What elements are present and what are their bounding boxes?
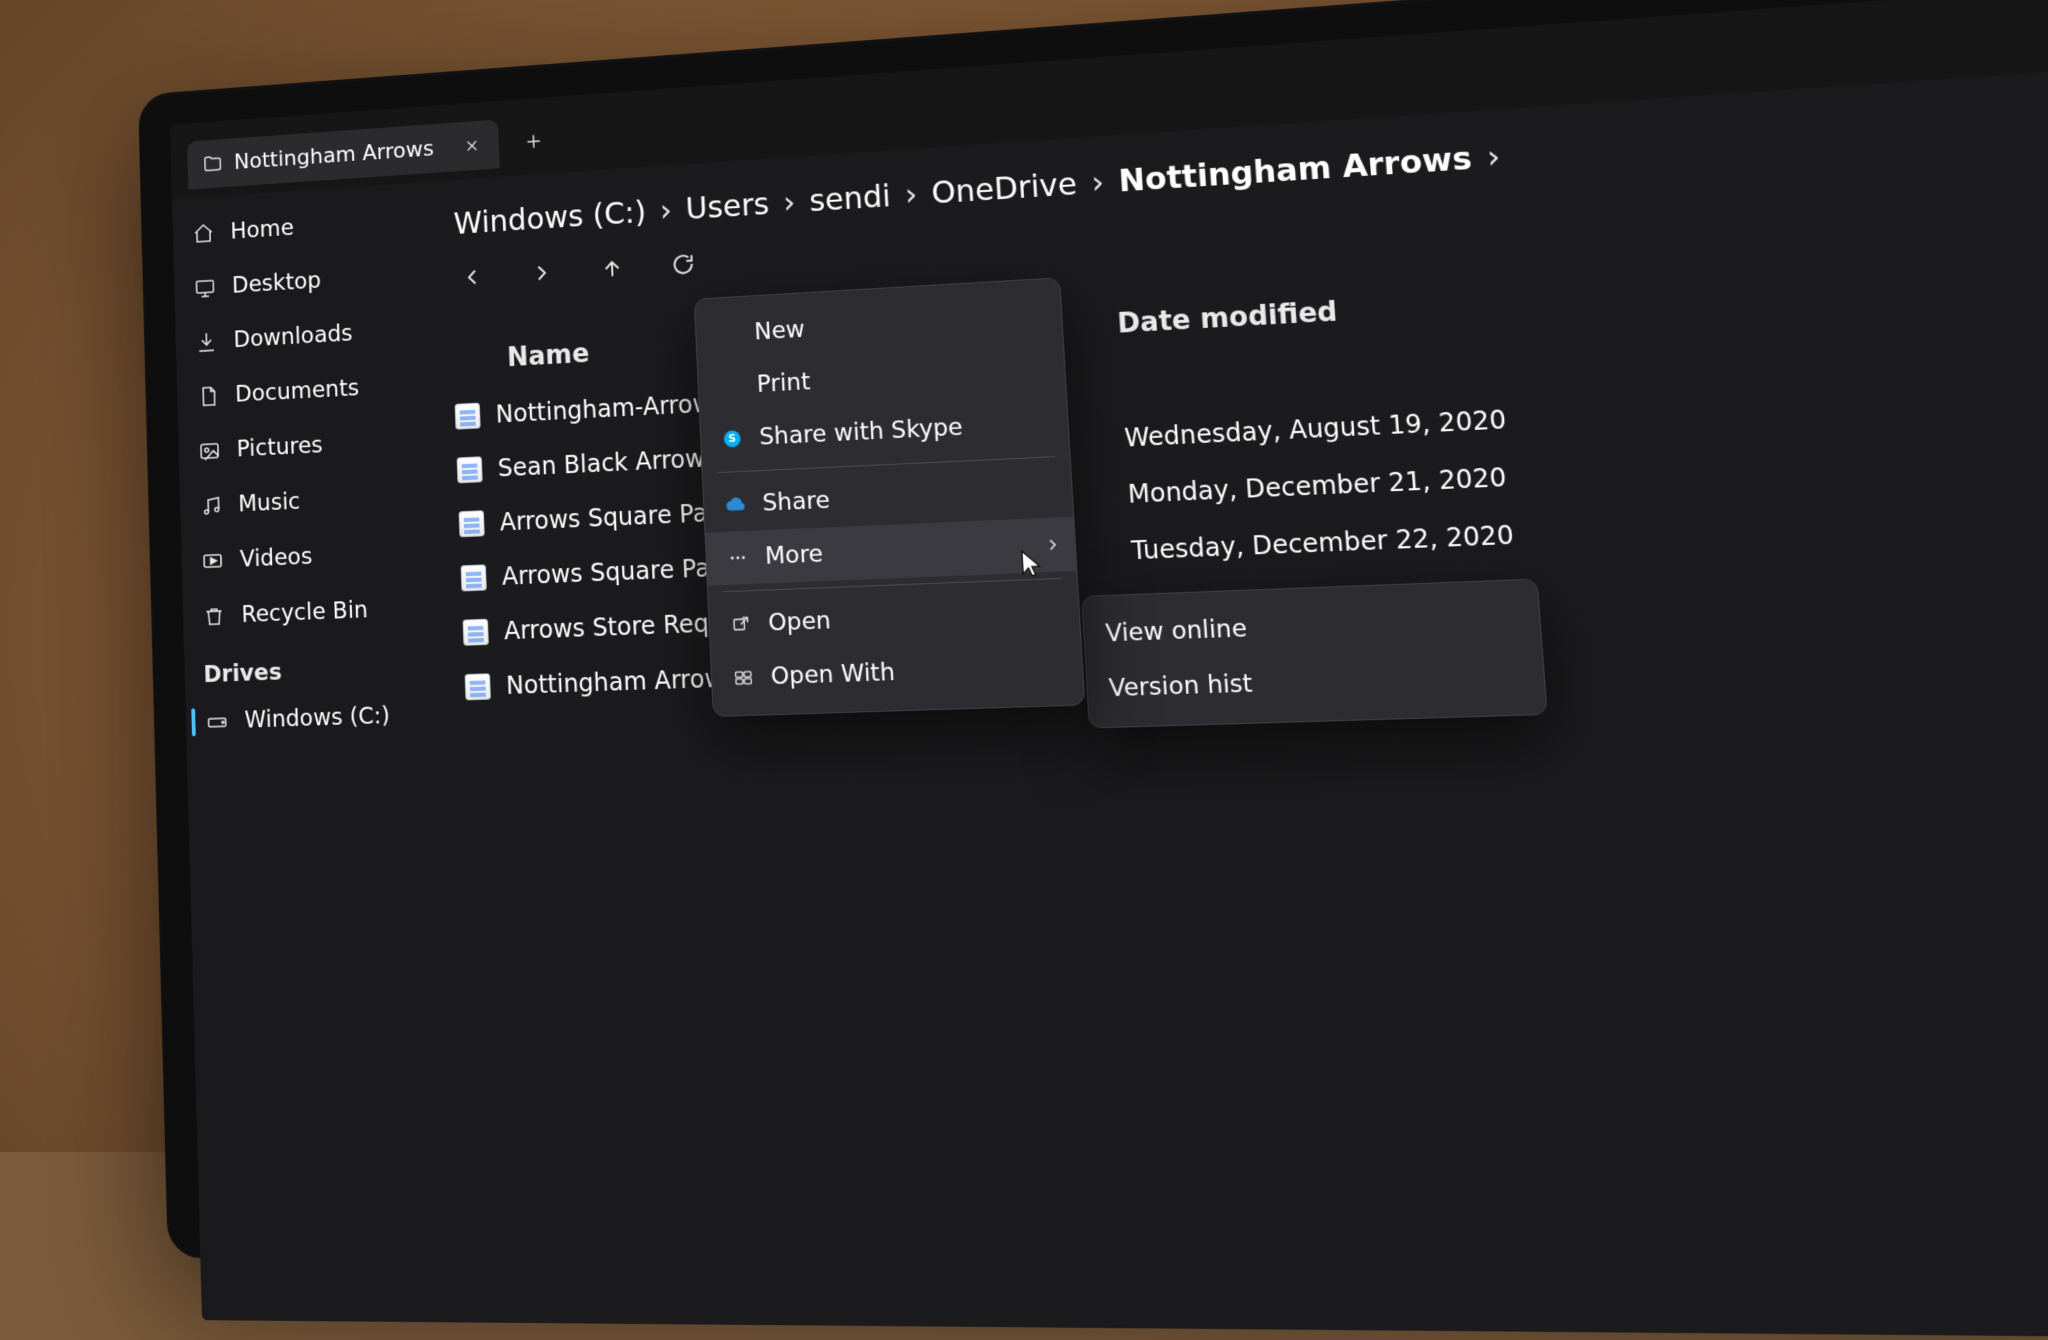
file-icon (459, 510, 485, 537)
chevron-right-icon: › (782, 185, 796, 221)
blank-icon (716, 373, 743, 401)
context-menu: New Print S Share with Skype (694, 277, 1086, 717)
file-icon (457, 456, 483, 483)
pictures-icon (197, 438, 222, 465)
file-explorer-window: Nottingham Arrows Home (170, 0, 2048, 1340)
sidebar-item-recycle-bin[interactable]: Recycle Bin (182, 580, 432, 645)
context-submenu: View online Version hist (1081, 579, 1548, 729)
context-menu-label: Open With (770, 659, 895, 690)
cursor-icon (1020, 549, 1045, 579)
breadcrumb-segment[interactable]: Windows (C:) (453, 195, 647, 242)
breadcrumb-segment[interactable]: sendi (808, 179, 891, 219)
sidebar-item-label: Desktop (232, 268, 322, 299)
context-menu-label: Open (768, 608, 832, 637)
tab-title: Nottingham Arrows (234, 136, 435, 174)
tab-nottingham-arrows[interactable]: Nottingham Arrows (187, 119, 500, 189)
file-icon (465, 673, 491, 700)
new-tab-button[interactable] (513, 121, 553, 163)
breadcrumb-segment-current[interactable]: Nottingham Arrows (1118, 141, 1474, 200)
screen: Nottingham Arrows Home (170, 0, 2048, 1340)
breadcrumb-segment[interactable]: Users (685, 187, 770, 227)
drive-icon (204, 708, 229, 735)
sidebar: Home Desktop Downloads Documents (172, 183, 457, 1323)
sidebar-item-label: Videos (240, 544, 313, 573)
context-menu-label: Share (762, 487, 831, 517)
file-name: Sean Black Arrows J (497, 443, 732, 482)
chevron-right-icon: › (1090, 165, 1105, 201)
file-name: Arrows Store Reque (504, 608, 740, 645)
file-name: Nottingham-Arrows (495, 389, 725, 429)
submenu-label: View online (1105, 615, 1248, 648)
breadcrumb-segment[interactable]: OneDrive (930, 167, 1078, 212)
open-icon (727, 611, 755, 639)
nav-back-button[interactable] (457, 262, 487, 293)
music-icon (199, 493, 224, 520)
chevron-right-icon: › (1486, 139, 1502, 176)
sidebar-item-label: Recycle Bin (241, 597, 368, 628)
context-menu-label: New (754, 317, 806, 346)
open-with-icon (730, 664, 758, 692)
nav-refresh-button[interactable] (668, 248, 699, 280)
chevron-right-icon: › (659, 193, 672, 228)
context-menu-label: More (764, 541, 823, 570)
file-icon (455, 403, 481, 430)
file-name: Nottingham Arrows (506, 664, 738, 700)
downloads-icon (194, 329, 219, 356)
folder-icon (202, 153, 223, 176)
context-menu-label: Print (756, 369, 811, 398)
sidebar-item-label: Pictures (236, 433, 323, 463)
submenu-label: Version hist (1108, 670, 1253, 702)
context-menu-label: Share with Skype (759, 414, 964, 451)
chevron-right-icon: › (904, 177, 918, 213)
sidebar-item-label: Windows (C:) (244, 703, 390, 734)
file-icon (461, 564, 487, 591)
videos-icon (200, 548, 225, 575)
nav-up-button[interactable] (597, 253, 628, 285)
more-icon (724, 544, 751, 572)
file-icon (463, 619, 489, 646)
svg-text:S: S (728, 432, 737, 446)
photo-background: Nottingham Arrows Home (0, 0, 2048, 1152)
monitor-bezel: Nottingham Arrows Home (138, 0, 2048, 1268)
documents-icon (196, 383, 221, 410)
content-pane: Windows (C:) › Users › sendi › OneDrive … (416, 54, 2048, 1340)
sidebar-item-drive-c[interactable]: Windows (C:) (185, 686, 436, 750)
blank-icon (714, 320, 741, 348)
sidebar-section-drives: Drives (184, 636, 434, 695)
sidebar-item-label: Home (230, 215, 294, 244)
close-icon[interactable] (458, 131, 486, 160)
nav-forward-button[interactable] (527, 257, 557, 288)
cloud-icon (722, 491, 749, 519)
skype-icon: S (719, 425, 746, 453)
recycle-bin-icon (202, 603, 227, 630)
desktop-icon (193, 274, 218, 301)
sidebar-item-videos[interactable]: Videos (181, 524, 430, 590)
sidebar-item-label: Music (238, 489, 301, 518)
sidebar-item-label: Downloads (233, 321, 353, 353)
home-icon (191, 220, 216, 247)
sidebar-item-label: Documents (235, 375, 360, 407)
